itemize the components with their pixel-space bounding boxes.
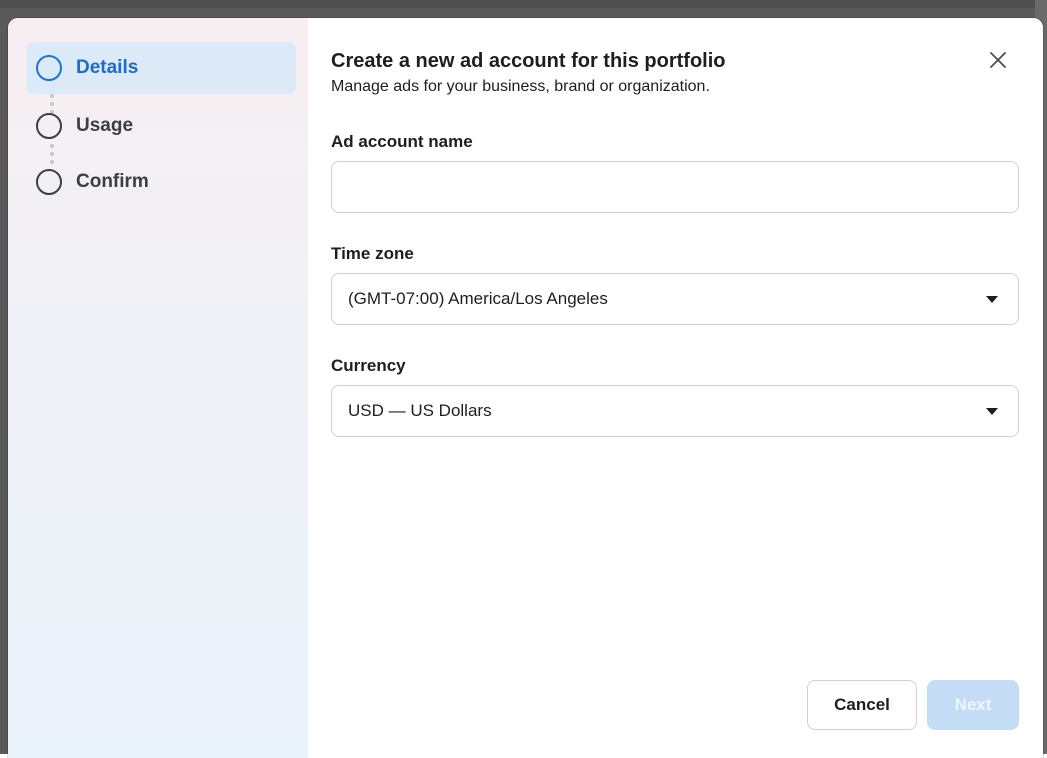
caret-down-icon (986, 407, 998, 415)
step-label: Confirm (76, 171, 149, 192)
cancel-button[interactable]: Cancel (807, 680, 917, 730)
steps-sidebar: Details Usage Confirm (8, 18, 308, 758)
step-label: Usage (76, 115, 134, 136)
step-usage[interactable]: Usage (26, 100, 296, 152)
ad-account-name-input[interactable] (331, 161, 1019, 213)
step-details[interactable]: Details (26, 42, 296, 94)
step-circle-icon (36, 55, 62, 81)
step-circle-icon (36, 169, 62, 195)
dialog-main: Create a new ad account for this portfol… (308, 18, 1043, 758)
currency-label: Currency (331, 356, 406, 375)
close-button[interactable] (982, 44, 1014, 76)
time-zone-value: (GMT-07:00) America/Los Angeles (348, 289, 608, 308)
ad-account-name-label: Ad account name (331, 132, 473, 151)
dialog-subtitle: Manage ads for your business, brand or o… (331, 78, 710, 95)
caret-down-icon (986, 295, 998, 303)
step-circle-icon (36, 113, 62, 139)
step-label: Details (76, 57, 139, 78)
currency-select[interactable]: USD — US Dollars (331, 385, 1019, 437)
close-icon (990, 52, 1006, 68)
step-confirm[interactable]: Confirm (26, 156, 296, 208)
dialog-title: Create a new ad account for this portfol… (331, 50, 726, 72)
time-zone-label: Time zone (331, 244, 414, 263)
create-ad-account-dialog: Details Usage Confirm Create a new ad ac… (8, 18, 1043, 758)
backdrop-top-strip (0, 0, 1047, 8)
next-button[interactable]: Next (927, 680, 1019, 730)
currency-value: USD — US Dollars (348, 401, 492, 420)
time-zone-select[interactable]: (GMT-07:00) America/Los Angeles (331, 273, 1019, 325)
